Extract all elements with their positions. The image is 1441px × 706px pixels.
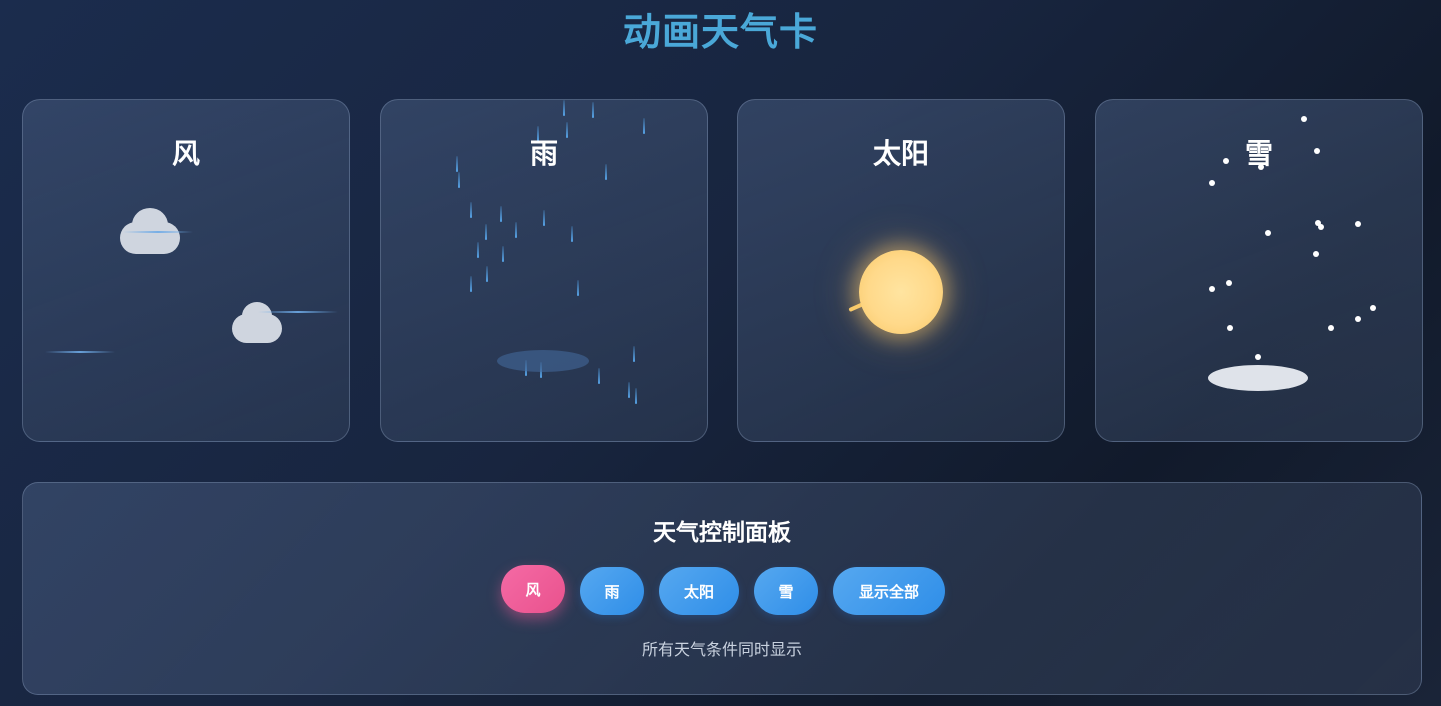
sun-button[interactable]: 太阳: [659, 567, 739, 615]
raindrop: [635, 388, 637, 404]
cloud-icon: [120, 208, 180, 254]
wind-streak: [258, 311, 338, 313]
snowflake: [1355, 316, 1361, 322]
panel-title: 天气控制面板: [653, 520, 791, 546]
raindrop: [486, 266, 488, 282]
wind-streak: [123, 231, 193, 233]
raindrop: [500, 206, 502, 222]
raindrop: [485, 224, 487, 240]
raindrop: [628, 382, 630, 398]
raindrop: [470, 202, 472, 218]
raindrop: [643, 118, 645, 134]
card-title-snow: 雪: [1244, 137, 1273, 170]
rain-puddle: [497, 350, 589, 372]
raindrop: [477, 242, 479, 258]
snowflake: [1255, 354, 1261, 360]
raindrop: [577, 280, 579, 296]
weather-control-panel: 天气控制面板 风 雨 太阳 雪 显示全部 所有天气条件同时显示: [22, 482, 1422, 695]
raindrop: [592, 102, 594, 118]
rain-button[interactable]: 雨: [580, 567, 644, 615]
raindrop: [515, 222, 517, 238]
raindrop: [470, 276, 472, 292]
status-text: 所有天气条件同时显示: [641, 640, 802, 659]
weather-card-snow: 雪: [1095, 99, 1423, 442]
page-title: 动画天气卡: [622, 10, 818, 54]
snowflake: [1209, 180, 1215, 186]
weather-card-rain: 雨: [380, 99, 708, 442]
card-title-wind: 风: [171, 137, 200, 170]
sun-icon: [859, 250, 943, 334]
snowflake: [1328, 325, 1334, 331]
raindrop: [563, 100, 565, 116]
snow-button[interactable]: 雪: [754, 567, 818, 615]
weather-card-sun: 太阳: [737, 99, 1065, 442]
snowflake: [1355, 221, 1361, 227]
snowflake: [1318, 224, 1324, 230]
wind-button[interactable]: 风: [501, 565, 565, 613]
raindrop: [458, 172, 460, 188]
raindrop: [598, 368, 600, 384]
raindrop: [502, 246, 504, 262]
snowflake: [1209, 286, 1215, 292]
snowflake: [1265, 230, 1271, 236]
show-all-button[interactable]: 显示全部: [833, 567, 945, 615]
button-row: 风 雨 太阳 雪 显示全部: [23, 565, 1421, 619]
card-title-sun: 太阳: [872, 137, 929, 170]
wind-streak: [45, 351, 115, 353]
snow-pile: [1208, 365, 1308, 391]
cloud-icon: [232, 302, 282, 343]
snowflake: [1301, 116, 1307, 122]
snowflake: [1313, 251, 1319, 257]
snowflake: [1370, 305, 1376, 311]
weather-card-wind: 风: [22, 99, 350, 442]
raindrop: [571, 226, 573, 242]
snowflake: [1226, 280, 1232, 286]
snowflake: [1227, 325, 1233, 331]
raindrop: [633, 346, 635, 362]
card-title-rain: 雨: [529, 137, 558, 170]
raindrop: [543, 210, 545, 226]
